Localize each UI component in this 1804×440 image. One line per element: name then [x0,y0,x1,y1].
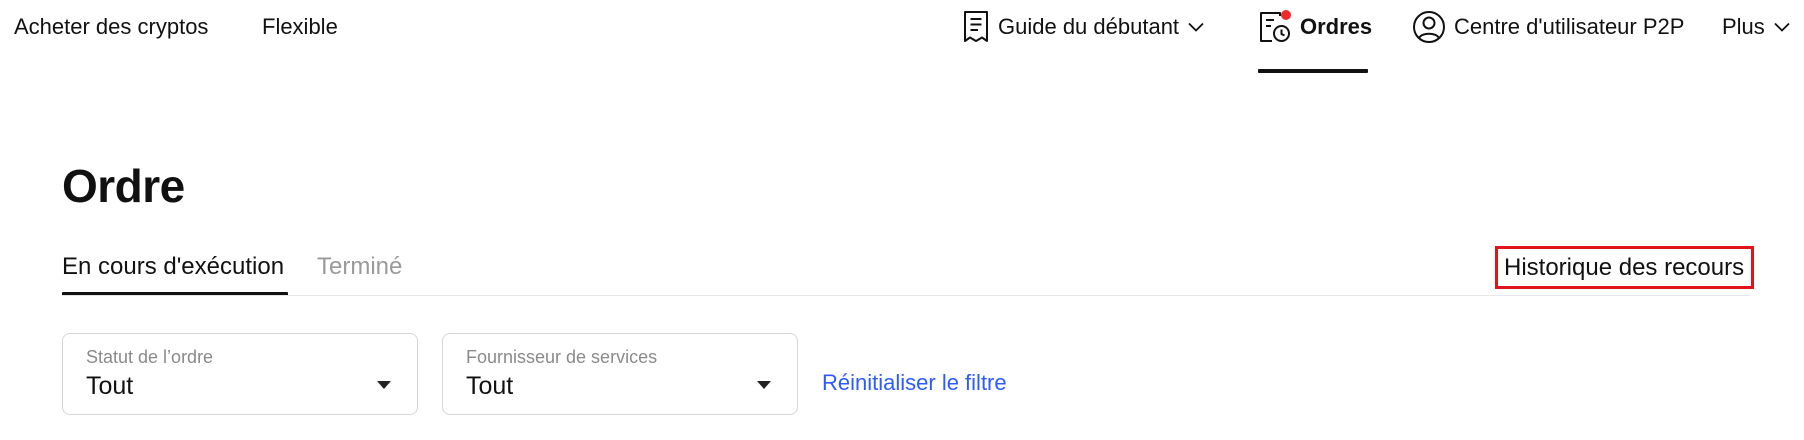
notification-dot [1281,10,1291,20]
chevron-down-icon [1773,21,1791,33]
user-circle-icon [1412,10,1446,44]
nav-orders-label: Ordres [1300,14,1373,39]
service-provider-value: Tout [466,372,514,400]
nav-more-dropdown[interactable]: Plus [1722,10,1791,44]
order-status-select[interactable]: Statut de l’ordre Tout [62,333,418,415]
caret-down-icon [377,381,391,389]
document-icon [962,10,990,44]
page: Acheter des cryptos Flexible Guide du dé… [0,0,1804,440]
order-status-value: Tout [86,372,134,400]
order-status-label: Statut de l’ordre [86,347,214,367]
top-nav: Acheter des cryptos Flexible Guide du dé… [0,0,1804,74]
service-provider-select[interactable]: Fournisseur de services Tout [442,333,798,415]
nav-user-center-label: Centre d'utilisateur P2P [1454,14,1685,39]
service-provider-label: Fournisseur de services [466,347,658,367]
nav-flexible[interactable]: Flexible [262,13,338,41]
nav-buy-crypto[interactable]: Acheter des cryptos [14,13,208,41]
nav-user-center[interactable]: Centre d'utilisateur P2P [1412,10,1684,44]
chevron-down-icon [1187,21,1205,33]
nav-orders[interactable]: Ordres [1258,10,1372,44]
tabs-divider [62,295,1750,296]
tab-completed[interactable]: Terminé [317,250,402,284]
nav-guide-label: Guide du débutant [998,14,1180,39]
nav-orders-active-indicator [1258,69,1368,73]
orders-clock-icon [1258,10,1292,44]
caret-down-icon [757,381,771,389]
nav-guide-dropdown[interactable]: Guide du débutant [962,10,1205,44]
reset-filter-link[interactable]: Réinitialiser le filtre [822,370,1007,396]
tab-in-progress[interactable]: En cours d'exécution [62,250,284,284]
appeal-history-link[interactable]: Historique des recours [1495,246,1754,289]
nav-more-label: Plus [1722,14,1765,39]
page-title: Ordre [62,160,185,212]
